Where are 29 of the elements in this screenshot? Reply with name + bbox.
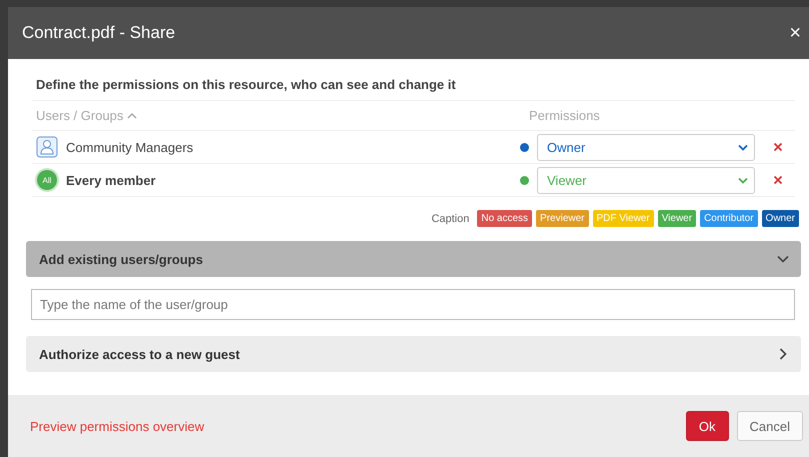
permission-tag: PDF Viewer bbox=[592, 210, 654, 227]
permission-tag: Contributor bbox=[700, 210, 758, 227]
accordion-header[interactable]: Add existing users/groups bbox=[26, 241, 801, 277]
permission-tag: Previewer bbox=[536, 210, 589, 227]
close-button[interactable]: × bbox=[785, 22, 805, 44]
chevron-right-icon bbox=[777, 348, 789, 360]
permission-tag: Viewer bbox=[658, 210, 696, 227]
permission-tag: No access bbox=[477, 210, 532, 227]
sort-icon bbox=[127, 112, 138, 119]
permission-tag: Owner bbox=[762, 210, 799, 227]
chevron-down-icon bbox=[738, 144, 748, 150]
remove-icon[interactable] bbox=[773, 142, 783, 152]
preview-link[interactable]: Preview permissions overview bbox=[30, 418, 204, 434]
section-heading: Define the permissions on this resource, who can see and change it bbox=[32, 77, 795, 101]
permission-select[interactable]: Owner bbox=[537, 134, 755, 160]
cancel-button[interactable]: Cancel bbox=[736, 411, 803, 441]
chevron-down-icon bbox=[738, 176, 748, 184]
group-icon bbox=[36, 136, 58, 158]
permission-select[interactable]: Viewer bbox=[537, 166, 755, 194]
search-field[interactable]: Type the name of the user/group bbox=[31, 289, 795, 320]
avatar-badge: All bbox=[37, 170, 57, 190]
caption-label: Caption bbox=[431, 212, 470, 224]
chevron-down-icon bbox=[777, 253, 789, 265]
member-name: Every member bbox=[66, 172, 156, 188]
window-title: Contract.pdf - Share bbox=[22, 23, 176, 43]
accordion-header[interactable]: Authorize access to a new guest bbox=[26, 336, 801, 372]
member-name: Community Managers bbox=[66, 140, 194, 154]
ok-button[interactable]: Ok bbox=[686, 411, 729, 441]
remove-icon[interactable] bbox=[773, 175, 783, 185]
